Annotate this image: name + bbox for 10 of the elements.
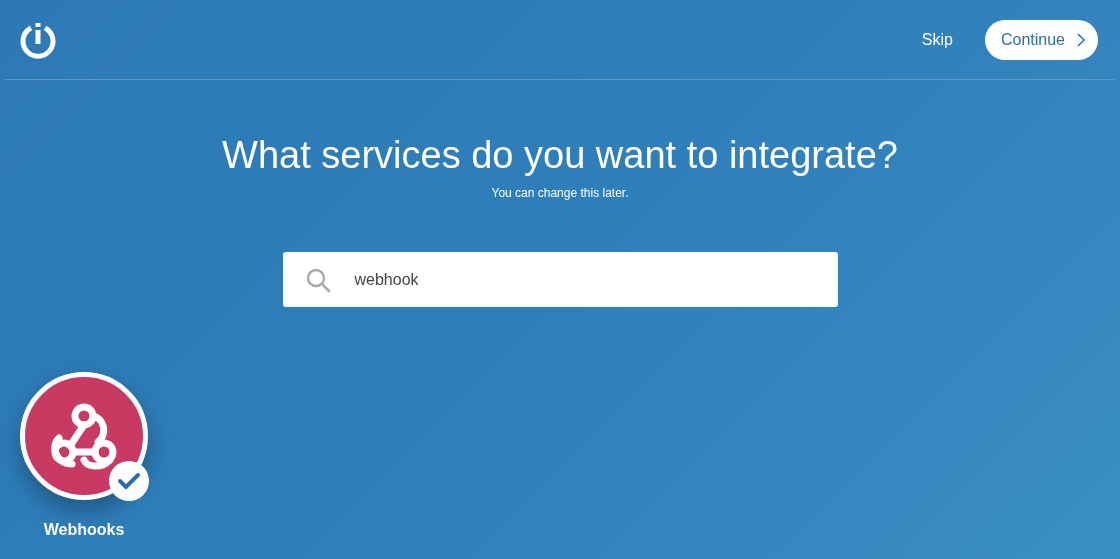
subtitle: You can change this later. bbox=[491, 185, 629, 202]
search-value: webhook bbox=[354, 269, 419, 290]
skip-button[interactable]: Skip bbox=[921, 27, 953, 52]
search-icon bbox=[304, 266, 331, 293]
continue-button[interactable]: Continue bbox=[984, 19, 1098, 60]
power-logo-icon[interactable] bbox=[19, 20, 57, 59]
search-field[interactable]: webhook bbox=[282, 252, 838, 307]
service-name: Webhooks bbox=[43, 520, 125, 540]
chevron-right-icon bbox=[1077, 32, 1086, 47]
page-title: What services do you want to integrate? bbox=[222, 133, 898, 178]
